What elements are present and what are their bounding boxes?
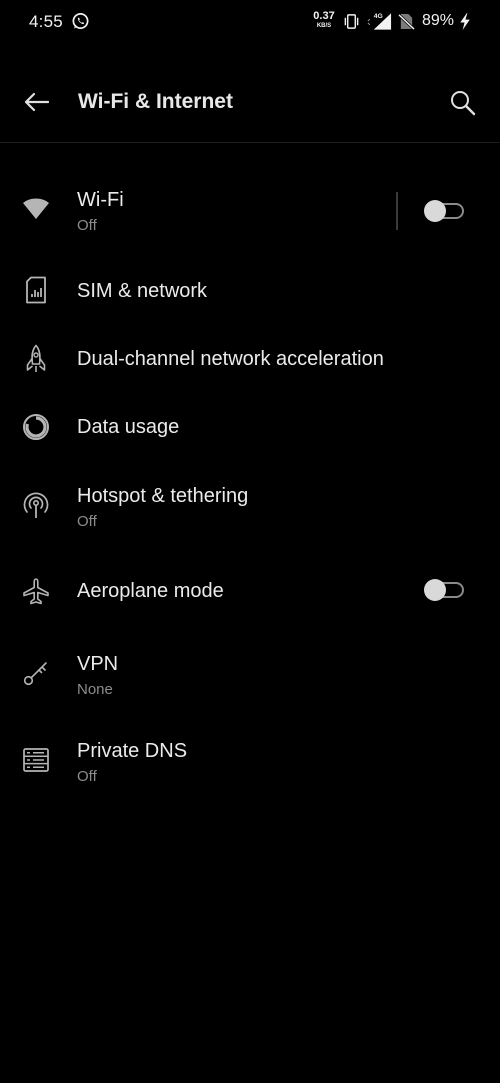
setting-title: Aeroplane mode <box>77 580 224 602</box>
page-title: Wi-Fi & Internet <box>78 90 233 113</box>
setting-title: Hotspot & tethering <box>77 485 249 507</box>
setting-wifi[interactable]: Wi-Fi Off <box>0 168 500 254</box>
net-speed-unit: KB/S <box>316 23 332 29</box>
net-speed-value: 0.37 <box>313 10 335 22</box>
setting-title: Wi-Fi <box>77 189 124 211</box>
hotspot-icon <box>19 488 53 522</box>
setting-subtitle: Off <box>77 217 97 234</box>
key-icon <box>19 656 53 690</box>
setting-title: Private DNS <box>77 740 188 762</box>
battery-percent: 89% <box>422 12 455 29</box>
setting-title: Dual-channel network acceleration <box>77 348 384 370</box>
signal-icon: 4G <box>367 13 392 30</box>
dns-icon <box>19 743 53 777</box>
setting-subtitle: Off <box>77 768 97 785</box>
rocket-icon <box>19 342 53 376</box>
search-button[interactable] <box>444 84 482 122</box>
setting-hotspot[interactable]: Hotspot & tethering Off <box>0 464 500 550</box>
setting-aeroplane-mode[interactable]: Aeroplane mode <box>0 558 500 624</box>
setting-title: Data usage <box>77 416 180 438</box>
setting-subtitle: None <box>77 681 113 698</box>
setting-private-dns[interactable]: Private DNS Off <box>0 719 500 805</box>
back-button[interactable] <box>18 86 54 118</box>
status-time: 4:55 <box>29 12 63 31</box>
status-bar: 4:55 0.37 KB/S 4G 89% <box>0 0 500 44</box>
whatsapp-icon <box>72 13 89 30</box>
divider <box>396 192 398 230</box>
data-usage-icon <box>19 410 53 444</box>
setting-dual-channel[interactable]: Dual-channel network acceleration <box>0 326 500 392</box>
network-type: 4G <box>374 13 383 20</box>
vibrate-icon <box>344 14 359 29</box>
setting-data-usage[interactable]: Data usage <box>0 394 500 460</box>
setting-vpn[interactable]: VPN None <box>0 632 500 718</box>
setting-title: SIM & network <box>77 280 208 302</box>
app-bar: Wi-Fi & Internet <box>0 62 500 143</box>
net-speed: 0.37 KB/S <box>311 10 337 30</box>
charging-icon <box>460 13 470 30</box>
no-sim-icon <box>398 13 415 30</box>
arrow-left-icon <box>24 92 49 112</box>
sim-card-icon <box>19 273 53 307</box>
wifi-icon <box>19 192 53 226</box>
setting-sim-network[interactable]: SIM & network <box>0 258 500 324</box>
wifi-toggle[interactable] <box>424 200 466 222</box>
airplane-icon <box>19 574 53 608</box>
setting-subtitle: Off <box>77 513 97 530</box>
search-icon <box>451 91 476 116</box>
setting-title: VPN <box>77 653 119 675</box>
aeroplane-toggle[interactable] <box>424 579 466 601</box>
